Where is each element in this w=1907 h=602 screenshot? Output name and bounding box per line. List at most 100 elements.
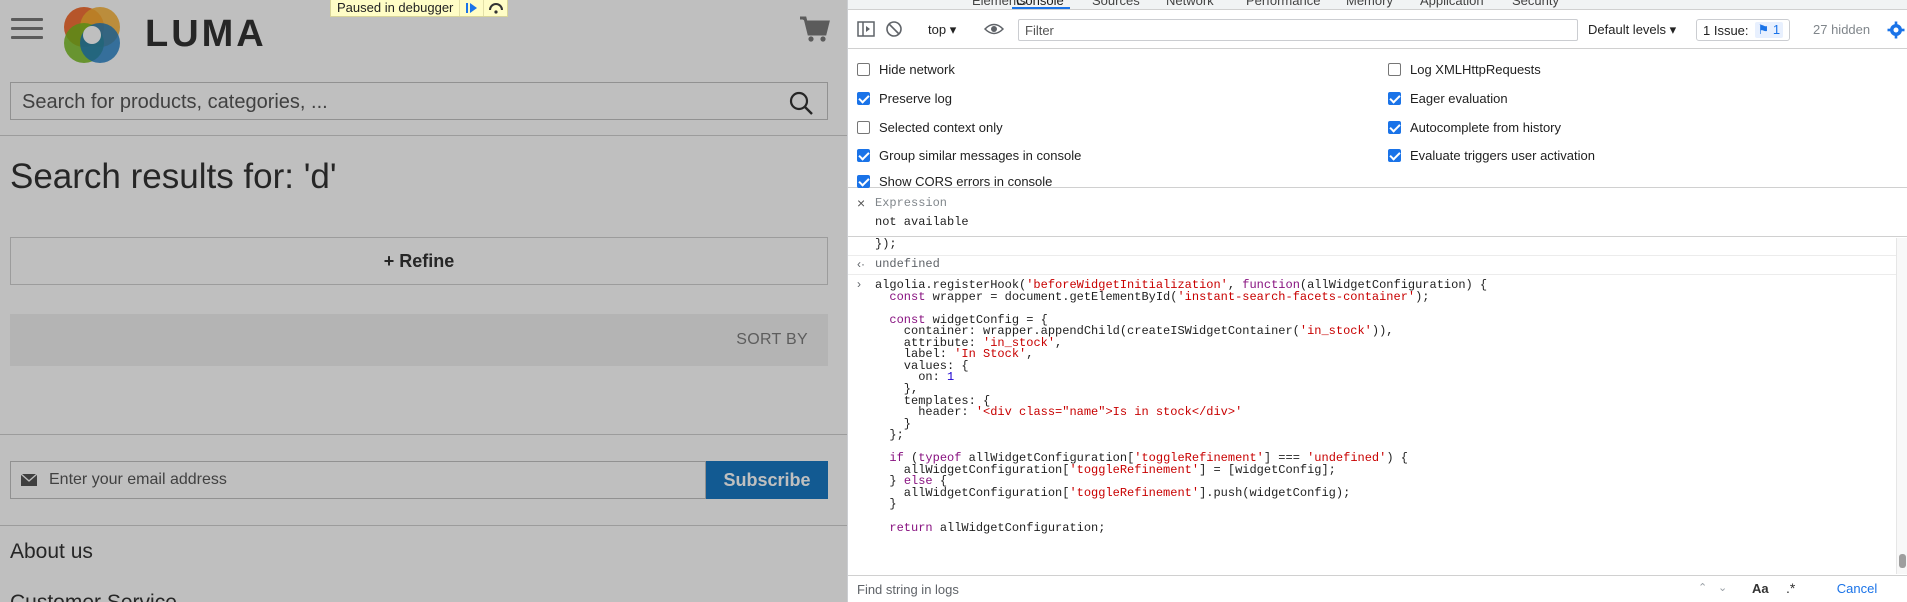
footer-link-about[interactable]: About us bbox=[10, 540, 93, 564]
issues-label: 1 Issue: bbox=[1703, 22, 1749, 38]
checkbox[interactable] bbox=[857, 120, 870, 134]
clear-console-icon[interactable] bbox=[885, 20, 903, 38]
regex-button[interactable]: .* bbox=[1786, 580, 1795, 596]
checkbox[interactable] bbox=[1388, 120, 1401, 134]
expression-input[interactable]: Expression bbox=[875, 196, 947, 210]
console-settings-panel: Hide network Preserve log Selected conte… bbox=[848, 50, 1907, 189]
tab-application[interactable]: Application bbox=[1420, 0, 1484, 8]
eye-icon[interactable] bbox=[984, 20, 1004, 38]
sidebar-toggle-icon[interactable] bbox=[857, 20, 875, 38]
close-icon[interactable]: × bbox=[857, 195, 865, 211]
chevron-down-icon[interactable]: ⌄ bbox=[1718, 581, 1732, 595]
issues-count-badge: ⚑ 1 bbox=[1754, 22, 1784, 38]
checkbox[interactable] bbox=[857, 148, 870, 162]
filter-input[interactable]: Filter bbox=[1018, 19, 1578, 41]
console-output: }); ‹· undefined › algolia.registerHook(… bbox=[848, 238, 1896, 574]
find-input[interactable]: Find string in logs bbox=[857, 582, 959, 597]
screen: LUMA Paused in debugger Search for produ… bbox=[0, 0, 1907, 602]
email-placeholder: Enter your email address bbox=[49, 471, 227, 488]
sort-by-label[interactable]: SORT BY bbox=[736, 331, 808, 349]
refine-button[interactable]: + Refine bbox=[10, 237, 828, 285]
setting-label: Autocomplete from history bbox=[1410, 119, 1562, 135]
sort-bar[interactable]: SORT BY bbox=[10, 314, 828, 366]
setting-label: Group similar messages in console bbox=[879, 147, 1082, 163]
step-over-icon[interactable] bbox=[483, 0, 507, 16]
filter-placeholder: Filter bbox=[1025, 23, 1054, 38]
luma-logo-icon[interactable] bbox=[60, 3, 124, 67]
setting-evaluate-triggers[interactable]: Evaluate triggers user activation bbox=[1388, 145, 1595, 165]
setting-label: Eager evaluation bbox=[1410, 90, 1508, 106]
checkbox[interactable] bbox=[1388, 91, 1401, 105]
setting-autocomplete-history[interactable]: Autocomplete from history bbox=[1388, 117, 1561, 137]
search-input[interactable]: Search for products, categories, ... bbox=[10, 82, 828, 120]
setting-label: Selected context only bbox=[879, 119, 1003, 135]
setting-label: Preserve log bbox=[879, 90, 952, 106]
code-line: }; bbox=[875, 428, 904, 443]
checkbox[interactable] bbox=[857, 62, 870, 76]
checkbox[interactable] bbox=[857, 174, 870, 188]
search-icon[interactable] bbox=[789, 91, 813, 115]
log-levels-dropdown[interactable]: Default levels ▾ bbox=[1588, 22, 1676, 38]
devtools-panel: Elements Console Sources Network Perform… bbox=[847, 0, 1907, 602]
checkbox[interactable] bbox=[1388, 62, 1401, 76]
input-prompt-icon: › bbox=[857, 277, 861, 291]
tab-performance[interactable]: Performance bbox=[1246, 0, 1320, 8]
chevron-up-icon[interactable]: ⌃ bbox=[1698, 581, 1712, 595]
console-result: undefined bbox=[875, 257, 940, 271]
match-case-button[interactable]: Aa bbox=[1752, 581, 1769, 596]
divider bbox=[0, 525, 847, 526]
search-placeholder: Search for products, categories, ... bbox=[22, 91, 328, 113]
setting-preserve-log[interactable]: Preserve log bbox=[857, 88, 952, 108]
issues-button[interactable]: 1 Issue: ⚑ 1 bbox=[1696, 19, 1791, 41]
live-expression: × Expression not available bbox=[848, 189, 1907, 237]
divider bbox=[0, 434, 847, 435]
issues-count: 1 bbox=[1772, 22, 1781, 37]
setting-selected-context[interactable]: Selected context only bbox=[857, 117, 1003, 137]
subscribe-button[interactable]: Subscribe bbox=[706, 461, 828, 499]
code-line: const wrapper = document.getElementById(… bbox=[889, 289, 1430, 304]
find-bar: Find string in logs ⌃ ⌄ Aa .* Cancel bbox=[848, 575, 1907, 602]
setting-hide-network[interactable]: Hide network bbox=[857, 59, 955, 79]
setting-log-xhr[interactable]: Log XMLHttpRequests bbox=[1388, 59, 1541, 79]
context-label: top bbox=[928, 22, 947, 37]
tab-sources[interactable]: Sources bbox=[1092, 0, 1140, 8]
logo-text[interactable]: LUMA bbox=[145, 13, 267, 56]
setting-label: Evaluate triggers user activation bbox=[1410, 147, 1595, 163]
setting-show-cors[interactable]: Show CORS errors in console bbox=[857, 173, 1053, 189]
footer-link-customer-service[interactable]: Customer Service bbox=[10, 591, 177, 602]
scroll-thumb[interactable] bbox=[1899, 554, 1906, 568]
email-field[interactable]: Enter your email address bbox=[10, 461, 706, 499]
setting-label: Show CORS errors in console bbox=[879, 173, 1053, 189]
log-levels-label: Default levels bbox=[1588, 22, 1667, 37]
tab-network[interactable]: Network bbox=[1166, 0, 1214, 8]
context-selector[interactable]: top ▾ bbox=[928, 22, 956, 38]
console-toolbar: top ▾ Filter Default levels ▾ 1 Issue: ⚑… bbox=[848, 11, 1907, 49]
divider bbox=[848, 255, 1896, 256]
tab-security[interactable]: Security bbox=[1512, 0, 1559, 8]
setting-group-similar[interactable]: Group similar messages in console bbox=[857, 145, 1081, 165]
console-scrollbar[interactable] bbox=[1896, 238, 1907, 574]
setting-label: Log XMLHttpRequests bbox=[1410, 61, 1541, 77]
console-line: }); bbox=[875, 238, 897, 251]
tab-memory[interactable]: Memory bbox=[1346, 0, 1393, 8]
code-line: allWidgetConfiguration['toggleRefinement… bbox=[875, 485, 1351, 500]
menu-icon[interactable] bbox=[11, 16, 43, 42]
checkbox[interactable] bbox=[1388, 148, 1401, 162]
cart-icon[interactable] bbox=[798, 14, 830, 44]
store-page: LUMA Paused in debugger Search for produ… bbox=[0, 0, 847, 602]
setting-eager-evaluation[interactable]: Eager evaluation bbox=[1388, 88, 1508, 108]
cancel-button[interactable]: Cancel bbox=[1813, 579, 1901, 599]
code-line: } bbox=[875, 497, 897, 512]
divider bbox=[848, 274, 1896, 275]
resume-icon[interactable] bbox=[459, 0, 483, 16]
gear-icon[interactable] bbox=[1887, 21, 1905, 39]
hidden-messages-count: 27 hidden bbox=[1813, 22, 1871, 37]
page-title: Search results for: 'd' bbox=[10, 157, 337, 196]
divider bbox=[0, 135, 847, 136]
checkbox[interactable] bbox=[857, 91, 870, 105]
code-line: return allWidgetConfiguration; bbox=[889, 520, 1106, 535]
result-arrow-icon: ‹· bbox=[857, 257, 865, 271]
active-tab-indicator bbox=[1012, 7, 1070, 9]
expression-value: not available bbox=[875, 215, 969, 229]
setting-label: Hide network bbox=[879, 61, 955, 77]
